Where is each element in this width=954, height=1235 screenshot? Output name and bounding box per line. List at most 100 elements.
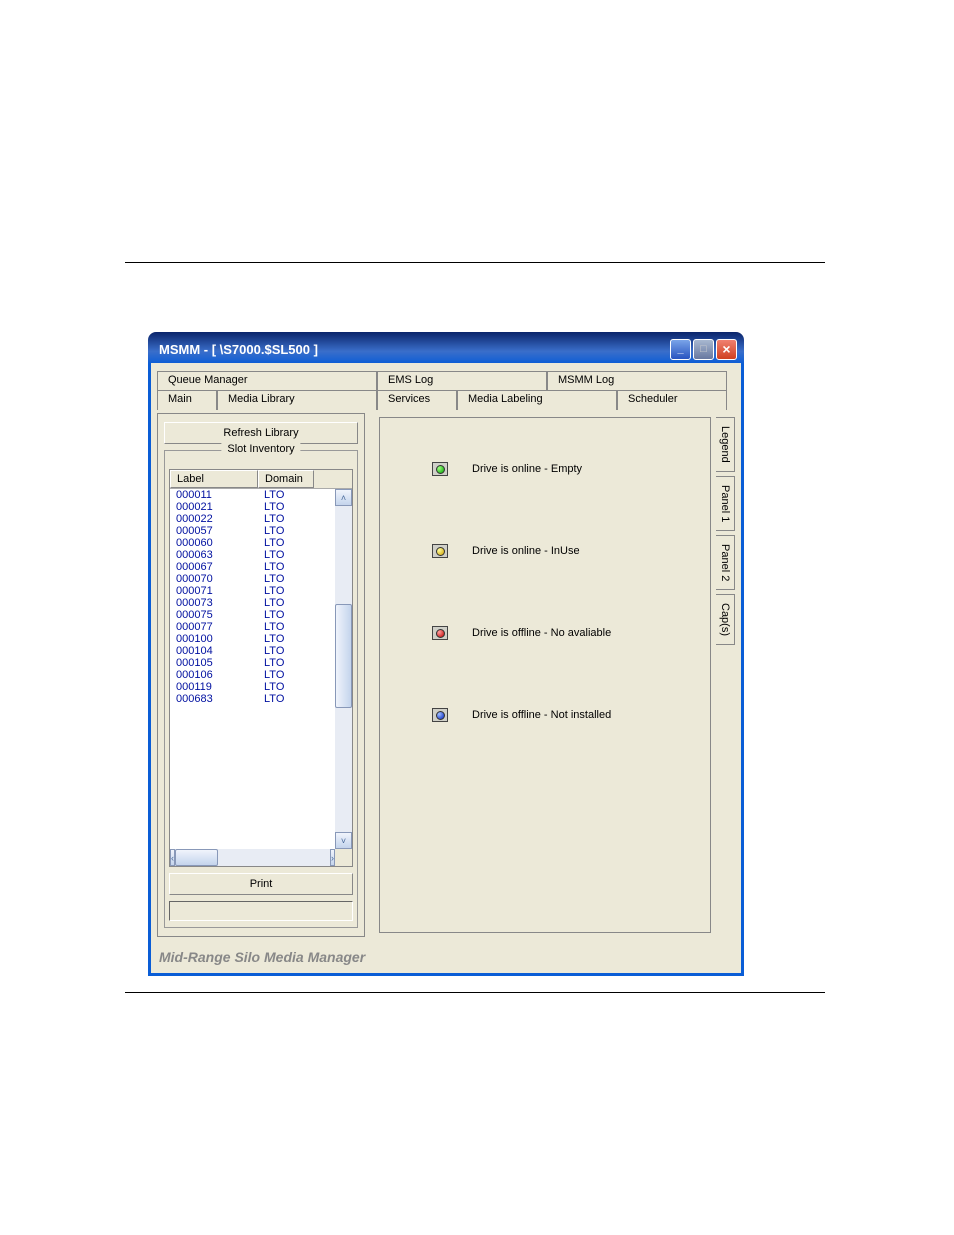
cell-label: 000104 — [170, 645, 258, 657]
table-row[interactable]: 000073LTO — [170, 597, 335, 609]
app-footer-title: Mid-Range Silo Media Manager — [159, 949, 365, 965]
slot-inventory-group: Slot Inventory Label Domain 000011LTO000… — [164, 450, 358, 928]
media-library-panel: Refresh Library Slot Inventory Label Dom… — [157, 413, 735, 937]
vtab-panel-1[interactable]: Panel 1 — [716, 476, 735, 531]
left-panel: Refresh Library Slot Inventory Label Dom… — [157, 413, 365, 937]
close-button[interactable]: × — [716, 339, 737, 360]
legend-label: Drive is offline - No avaliable — [472, 627, 611, 639]
slot-inventory-title: Slot Inventory — [221, 443, 300, 455]
cell-domain: LTO — [258, 537, 314, 549]
cell-label: 000683 — [170, 693, 258, 705]
tab-scheduler[interactable]: Scheduler — [617, 390, 727, 410]
close-icon: × — [722, 341, 730, 357]
scroll-up-button[interactable]: ˄ — [335, 489, 352, 506]
table-body[interactable]: 000011LTO000021LTO000022LTO000057LTO0000… — [170, 489, 335, 849]
table-row[interactable]: 000022LTO — [170, 513, 335, 525]
cell-domain: LTO — [258, 669, 314, 681]
vertical-scrollbar[interactable]: ˄ ˅ — [335, 489, 352, 849]
table-row[interactable]: 000063LTO — [170, 549, 335, 561]
status-light-red-icon — [436, 629, 445, 638]
legend-item-offline-noavail: Drive is offline - No avaliable — [392, 622, 698, 644]
chevron-right-icon: › — [331, 853, 334, 863]
legend-label: Drive is offline - Not installed — [472, 709, 611, 721]
tab-ems-log[interactable]: EMS Log — [377, 371, 547, 391]
print-button[interactable]: Print — [169, 873, 353, 895]
table-row[interactable]: 000683LTO — [170, 693, 335, 705]
status-light-green-icon — [436, 465, 445, 474]
cell-label: 000070 — [170, 573, 258, 585]
app-window: MSMM - [ \S7000.$SL500 ] _ □ × Queue Man… — [148, 332, 744, 976]
tab-media-labeling[interactable]: Media Labeling — [457, 390, 617, 410]
cell-domain: LTO — [258, 549, 314, 561]
cell-domain: LTO — [258, 621, 314, 633]
drive-icon-offline-notinstalled — [432, 708, 448, 722]
cell-domain: LTO — [258, 633, 314, 645]
minimize-icon: _ — [677, 343, 683, 355]
maximize-button: □ — [693, 339, 714, 360]
tab-msmm-log[interactable]: MSMM Log — [547, 371, 727, 391]
vtab-panel-2[interactable]: Panel 2 — [716, 535, 735, 590]
window-title: MSMM - [ \S7000.$SL500 ] — [159, 342, 318, 357]
table-row[interactable]: 000104LTO — [170, 645, 335, 657]
scroll-down-button[interactable]: ˅ — [335, 832, 352, 849]
status-bar — [169, 901, 353, 921]
horizontal-scrollbar[interactable]: ‹ › — [170, 849, 352, 866]
cell-label: 000077 — [170, 621, 258, 633]
cell-label: 000063 — [170, 549, 258, 561]
table-row[interactable]: 000119LTO — [170, 681, 335, 693]
table-row[interactable]: 000106LTO — [170, 669, 335, 681]
tabs-row-primary: Main Media Library Services Media Labeli… — [157, 390, 735, 410]
column-header-label[interactable]: Label — [170, 470, 258, 488]
title-bar[interactable]: MSMM - [ \S7000.$SL500 ] _ □ × — [151, 335, 741, 363]
cell-label: 000022 — [170, 513, 258, 525]
tab-services[interactable]: Services — [377, 390, 457, 410]
column-header-domain[interactable]: Domain — [258, 470, 314, 488]
refresh-library-button[interactable]: Refresh Library — [164, 422, 358, 444]
table-row[interactable]: 000071LTO — [170, 585, 335, 597]
table-header: Label Domain — [170, 470, 352, 489]
tabs-row-secondary: Queue Manager EMS Log MSMM Log — [157, 371, 735, 391]
scroll-thumb-vertical[interactable] — [335, 604, 352, 708]
legend-panel: Drive is online - Empty Drive is online … — [379, 417, 711, 933]
scroll-track-vertical[interactable] — [335, 506, 352, 832]
table-row[interactable]: 000105LTO — [170, 657, 335, 669]
table-row[interactable]: 000021LTO — [170, 501, 335, 513]
cell-domain: LTO — [258, 501, 314, 513]
cell-domain: LTO — [258, 585, 314, 597]
scroll-corner — [335, 849, 352, 866]
cell-label: 000119 — [170, 681, 258, 693]
vtab-legend[interactable]: Legend — [716, 417, 735, 472]
cell-label: 000060 — [170, 537, 258, 549]
cell-domain: LTO — [258, 561, 314, 573]
cell-label: 000073 — [170, 597, 258, 609]
drive-icon-online-inuse — [432, 544, 448, 558]
table-row[interactable]: 000060LTO — [170, 537, 335, 549]
table-row[interactable]: 000057LTO — [170, 525, 335, 537]
tab-media-library[interactable]: Media Library — [217, 390, 377, 410]
page-divider-bottom — [125, 992, 825, 993]
table-row[interactable]: 000077LTO — [170, 621, 335, 633]
cell-domain: LTO — [258, 573, 314, 585]
tab-main[interactable]: Main — [157, 390, 217, 410]
status-light-yellow-icon — [436, 547, 445, 556]
cell-label: 000075 — [170, 609, 258, 621]
cell-label: 000021 — [170, 501, 258, 513]
table-row[interactable]: 000011LTO — [170, 489, 335, 501]
table-row[interactable]: 000100LTO — [170, 633, 335, 645]
scroll-thumb-horizontal[interactable] — [175, 849, 218, 866]
chevron-left-icon: ‹ — [171, 853, 174, 863]
chevron-down-icon: ˅ — [341, 836, 346, 846]
minimize-button[interactable]: _ — [670, 339, 691, 360]
legend-item-online-empty: Drive is online - Empty — [392, 458, 698, 480]
table-row[interactable]: 000075LTO — [170, 609, 335, 621]
slot-inventory-table: Label Domain 000011LTO000021LTO000022LTO… — [169, 469, 353, 867]
right-panel: Drive is online - Empty Drive is online … — [379, 413, 735, 937]
vtab-caps[interactable]: Cap(s) — [716, 594, 735, 645]
cell-label: 000067 — [170, 561, 258, 573]
tab-queue-manager[interactable]: Queue Manager — [157, 371, 377, 391]
chevron-up-icon: ˄ — [341, 493, 346, 503]
cell-domain: LTO — [258, 645, 314, 657]
scroll-track-horizontal[interactable] — [175, 849, 330, 866]
table-row[interactable]: 000067LTO — [170, 561, 335, 573]
table-row[interactable]: 000070LTO — [170, 573, 335, 585]
